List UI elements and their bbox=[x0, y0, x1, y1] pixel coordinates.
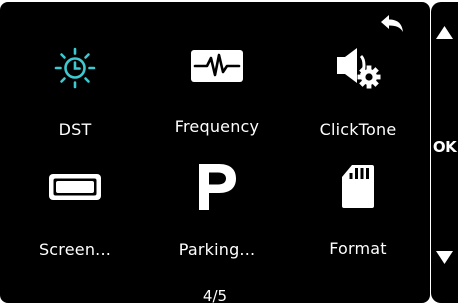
ok-button[interactable]: OK bbox=[431, 138, 458, 156]
speaker-settings-icon bbox=[337, 48, 381, 89]
menu-item-label: ClickTone bbox=[319, 120, 397, 139]
screen-rectangle-icon bbox=[49, 174, 101, 200]
back-arrow-icon bbox=[381, 15, 403, 32]
menu-item-clicktone[interactable]: ClickTone bbox=[293, 38, 423, 148]
menu-item-parking[interactable]: Parking... bbox=[152, 161, 282, 271]
back-button[interactable] bbox=[377, 12, 407, 36]
menu-item-label: Screen... bbox=[38, 240, 112, 259]
menu-item-screen[interactable]: Screen... bbox=[10, 161, 140, 271]
menu-item-label: DST bbox=[58, 120, 92, 139]
scroll-up-button[interactable] bbox=[431, 22, 458, 44]
parking-p-icon bbox=[199, 164, 236, 210]
menu-screen: DST Frequency ClickTone Screen... Parkin… bbox=[0, 2, 430, 303]
menu-item-frequency[interactable]: Frequency bbox=[152, 38, 282, 148]
menu-item-format[interactable]: Format bbox=[293, 161, 423, 271]
waveform-icon bbox=[191, 50, 243, 82]
clock-sun-icon bbox=[54, 47, 96, 89]
menu-item-dst[interactable]: DST bbox=[10, 38, 140, 148]
page-indicator: 4/5 bbox=[202, 287, 228, 303]
device-frame: DST Frequency ClickTone Screen... Parkin… bbox=[0, 0, 458, 305]
triangle-up-icon bbox=[436, 26, 453, 39]
sd-card-icon bbox=[342, 165, 374, 208]
scroll-down-button[interactable] bbox=[431, 246, 458, 268]
menu-item-label: Parking... bbox=[178, 240, 256, 259]
triangle-down-icon bbox=[436, 251, 453, 264]
menu-item-label: Format bbox=[329, 239, 387, 258]
menu-item-label: Frequency bbox=[174, 117, 260, 136]
